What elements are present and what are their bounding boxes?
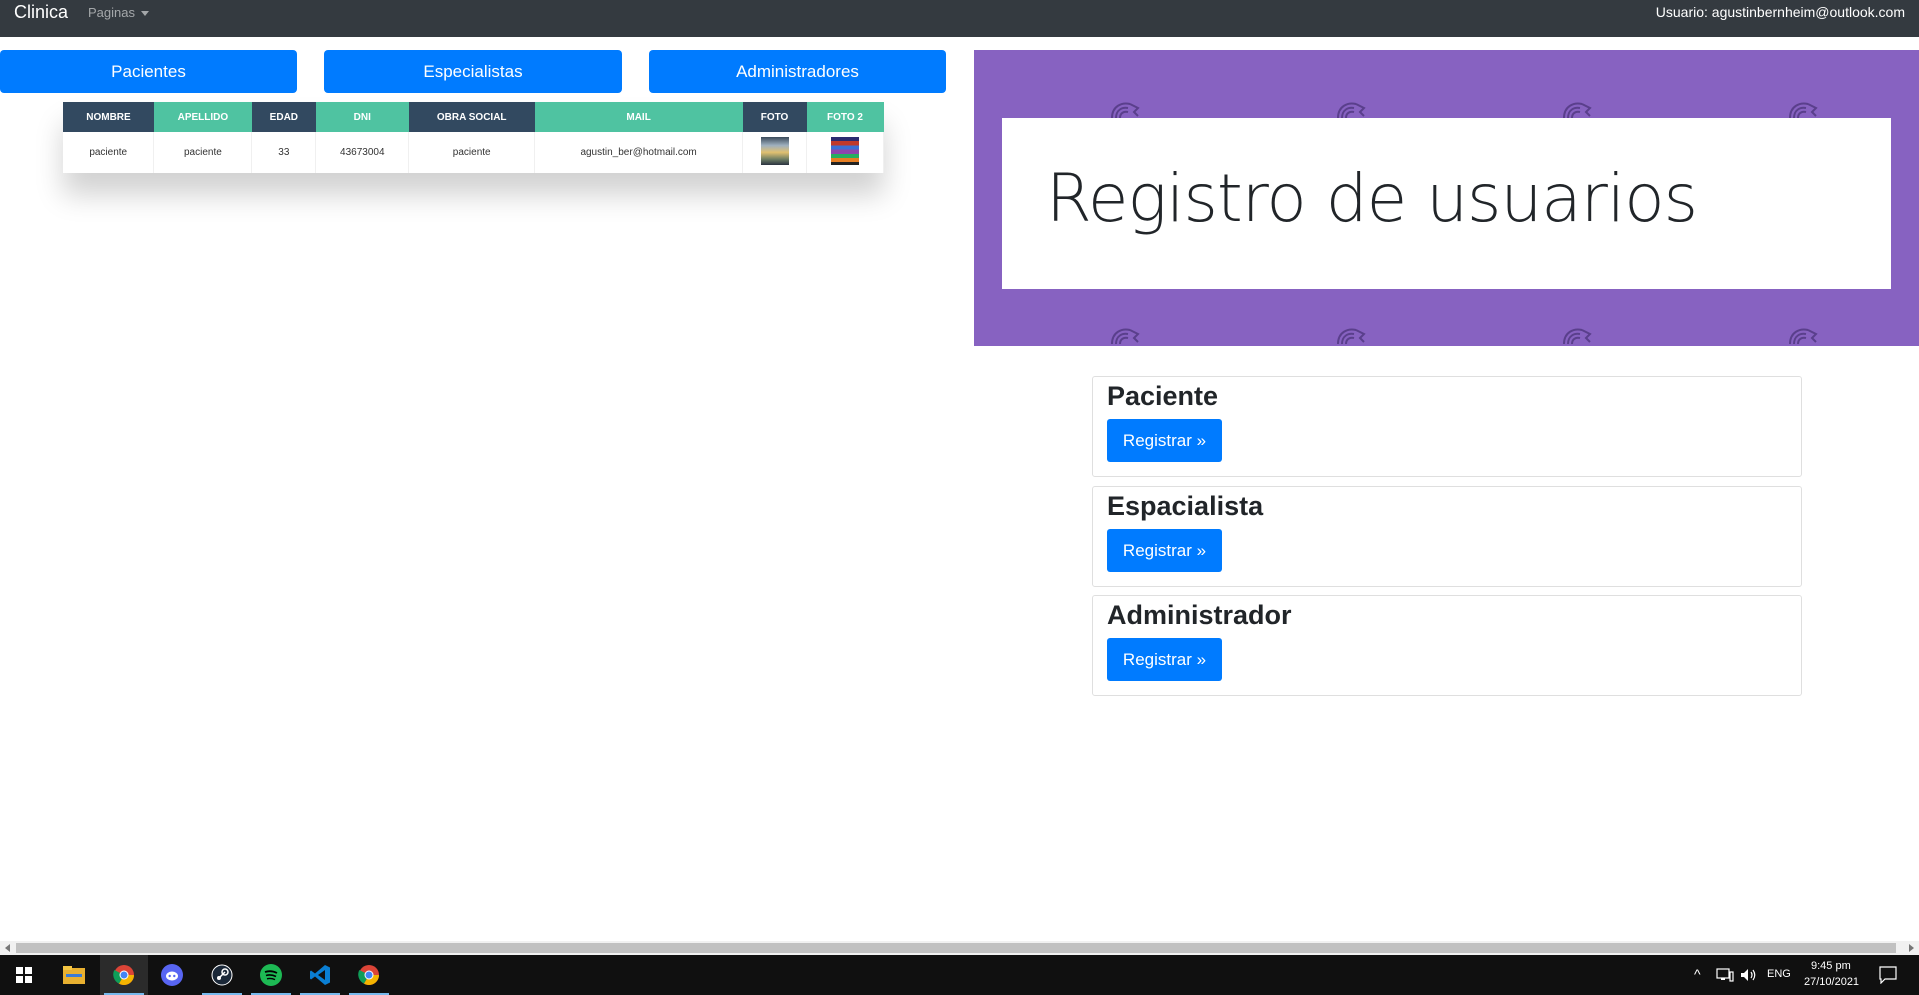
windows-start-icon[interactable] xyxy=(0,955,48,995)
cell-mail: agustin_ber@hotmail.com xyxy=(534,132,744,173)
scroll-right-icon[interactable] xyxy=(1909,944,1914,952)
header-mail: MAIL xyxy=(534,102,743,132)
cell-foto xyxy=(742,132,807,173)
volume-icon[interactable] xyxy=(1740,968,1758,982)
navbar-brand[interactable]: Clinica xyxy=(14,2,68,23)
scroll-left-icon[interactable] xyxy=(5,944,10,952)
header-foto: FOTO xyxy=(742,102,807,132)
clock-time[interactable]: 9:45 pm xyxy=(1811,960,1851,972)
scrollbar-thumb[interactable] xyxy=(16,943,1896,953)
register-paciente-button[interactable]: Registrar » xyxy=(1107,419,1222,462)
users-table-container: NOMBRE APELLIDO EDAD DNI OBRA SOCIAL MAI… xyxy=(63,102,884,173)
card-title-administrador: Administrador xyxy=(1107,600,1292,630)
card-especialista: Espacialista Registrar » xyxy=(1092,486,1802,587)
caret-down-icon xyxy=(140,11,149,17)
pattern-icon xyxy=(1789,102,1818,119)
register-especialista-button[interactable]: Registrar » xyxy=(1107,529,1222,572)
header-edad: EDAD xyxy=(251,102,316,132)
chrome-icon[interactable] xyxy=(345,955,393,995)
photo-2-thumbnail xyxy=(831,137,859,165)
header-apellido: APELLIDO xyxy=(153,102,252,132)
page: Clinica Paginas Usuario: agustinbernheim… xyxy=(0,0,1919,995)
windows-taskbar: ^ ENG 9:45 pm 27/10/2021 xyxy=(0,955,1919,995)
register-administrador-button[interactable]: Registrar » xyxy=(1107,638,1222,681)
discord-icon[interactable] xyxy=(148,955,196,995)
spotify-icon[interactable] xyxy=(247,955,295,995)
pattern-icon xyxy=(1111,102,1140,119)
navbar: Clinica Paginas Usuario: agustinbernheim… xyxy=(0,0,1919,37)
clock-date[interactable]: 27/10/2021 xyxy=(1804,976,1859,988)
users-table: NOMBRE APELLIDO EDAD DNI OBRA SOCIAL MAI… xyxy=(63,102,884,173)
horizontal-scrollbar[interactable] xyxy=(0,941,1919,955)
header-foto-2: FOTO 2 xyxy=(806,102,884,132)
card-paciente: Paciente Registrar » xyxy=(1092,376,1802,477)
header-obra-social: OBRA SOCIAL xyxy=(408,102,535,132)
pages-dropdown[interactable]: Paginas xyxy=(88,5,149,20)
especialistas-button[interactable]: Especialistas xyxy=(324,50,622,93)
tray-chevron-up-icon[interactable]: ^ xyxy=(1694,966,1701,982)
cell-foto-2 xyxy=(806,132,884,173)
language-indicator[interactable]: ENG xyxy=(1767,968,1791,980)
administradores-button[interactable]: Administradores xyxy=(649,50,946,93)
card-title-paciente: Paciente xyxy=(1107,381,1219,411)
header-nombre: NOMBRE xyxy=(63,102,154,132)
header-dni: DNI xyxy=(315,102,409,132)
file-explorer-icon[interactable] xyxy=(50,955,98,995)
cell-edad: 33 xyxy=(251,132,317,173)
cell-dni: 43673004 xyxy=(315,132,410,173)
steam-icon[interactable] xyxy=(198,955,246,995)
card-title-especialista: Espacialista xyxy=(1107,491,1264,521)
pattern-icon xyxy=(1789,328,1818,345)
cell-nombre: paciente xyxy=(63,132,155,173)
pattern-icon xyxy=(1563,102,1592,119)
pattern-icon xyxy=(1337,102,1366,119)
vscode-icon[interactable] xyxy=(296,955,344,995)
pages-dropdown-label: Paginas xyxy=(88,5,135,20)
photo-thumbnail xyxy=(760,137,789,165)
notifications-icon[interactable] xyxy=(1879,966,1897,984)
pattern-icon xyxy=(1563,328,1592,345)
pattern-icon xyxy=(1337,328,1366,345)
cell-apellido: paciente xyxy=(153,132,253,173)
user-label: Usuario: agustinbernheim@outlook.com xyxy=(1655,4,1905,20)
card-administrador: Administrador Registrar » xyxy=(1092,595,1802,696)
pacientes-button[interactable]: Pacientes xyxy=(0,50,297,93)
pattern-icon xyxy=(1111,328,1140,345)
table-header-row: NOMBRE APELLIDO EDAD DNI OBRA SOCIAL MAI… xyxy=(63,102,884,132)
cell-obra-social: paciente xyxy=(408,132,536,173)
table-row[interactable]: paciente paciente 33 43673004 paciente a… xyxy=(63,132,884,173)
chrome-icon[interactable] xyxy=(100,955,148,995)
network-icon[interactable] xyxy=(1716,968,1734,982)
page-title: Registro de usuarios xyxy=(1046,160,1698,237)
